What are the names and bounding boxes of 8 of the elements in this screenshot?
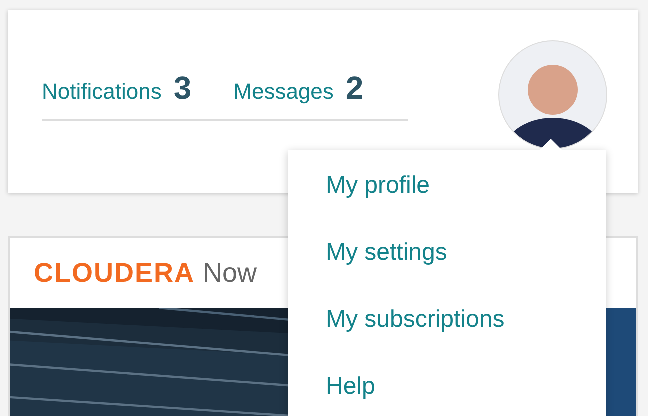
menu-item[interactable]: My profile [326, 170, 430, 202]
brand-suffix: Now [203, 258, 258, 288]
counter-link[interactable]: Messages 2 [234, 70, 364, 107]
menu-item[interactable]: Help [326, 371, 376, 403]
menu-item[interactable]: My settings [326, 237, 448, 269]
counter-link[interactable]: Notifications 3 [42, 70, 192, 107]
menu-item[interactable]: My subscriptions [326, 304, 505, 336]
brand-logo: CLOUDERA [34, 258, 195, 288]
